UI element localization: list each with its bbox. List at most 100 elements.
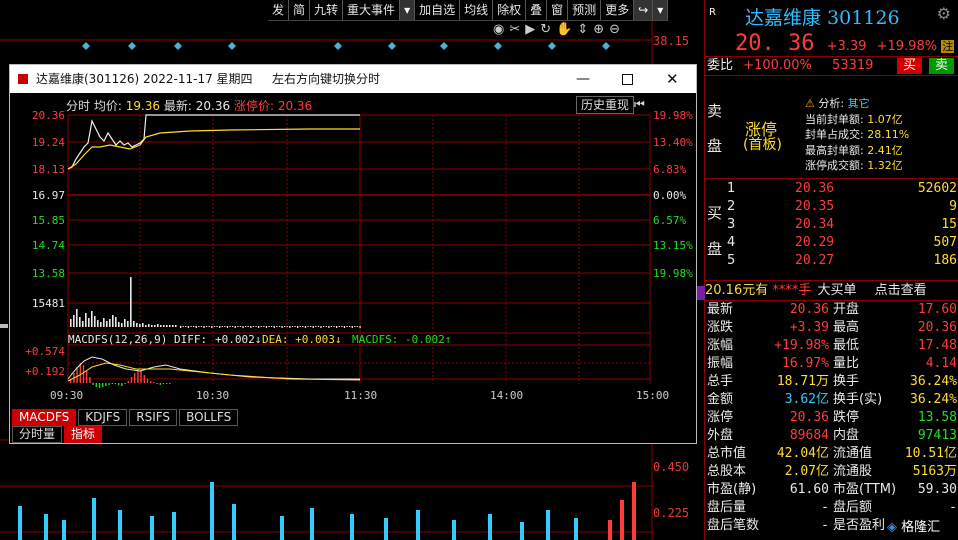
quote-value: 89684	[789, 428, 829, 443]
quote-label: 外盘	[707, 428, 734, 443]
left-axis-label: 18.13	[32, 163, 65, 176]
quote-label: 总手	[707, 374, 734, 389]
toolbar-item[interactable]: 预测	[568, 0, 602, 20]
macd-bar	[118, 383, 120, 385]
volume-bar	[172, 325, 174, 327]
eye-icon[interactable]: ◉	[493, 22, 509, 37]
toolbar-item[interactable]: ▾	[653, 0, 669, 20]
volume-bar	[247, 326, 249, 327]
bid-row: 4 20.29 507	[723, 234, 957, 252]
quote-label: 金额	[707, 392, 734, 407]
volume-bar	[163, 325, 165, 327]
volume-bar	[263, 326, 265, 327]
sell-button[interactable]: 卖	[929, 58, 955, 74]
toolbar-item[interactable]: 叠	[526, 0, 548, 20]
quote-label: 涨跌	[707, 320, 734, 335]
tool-icon[interactable]: ✂	[509, 22, 525, 37]
big-order-row[interactable]: 20.16元有 ****手 大买单 点击查看	[705, 282, 958, 300]
toolbar-item[interactable]: 重大事件	[343, 0, 401, 20]
right-axis-label: 19.98%	[653, 109, 693, 122]
top-toolbar: 发简九转 重大事件 ▾ 加自选 均线 除权叠窗预测 更多 ↪ ▾	[268, 0, 669, 21]
toolbar-item[interactable]: 发	[268, 0, 290, 20]
volume-bar	[76, 309, 78, 327]
r-badge: R	[709, 7, 716, 18]
volume-bar	[219, 326, 221, 328]
volume-bar	[175, 325, 177, 327]
left-axis-label: 19.24	[32, 136, 65, 149]
volume-bar	[211, 326, 213, 328]
indicator-tab-bar: MACDFS KDJFS RSIFS BOLLFS	[12, 409, 240, 426]
volume-bar	[206, 326, 208, 327]
arrows-icon[interactable]: ⇕	[577, 22, 593, 37]
zoom-out-icon[interactable]: ⊖	[609, 22, 625, 37]
refresh-icon[interactable]: ↻	[540, 22, 556, 37]
zoom-in-icon[interactable]: ⊕	[593, 22, 609, 37]
toolbar-item[interactable]: 加自选	[415, 0, 461, 20]
big-order-view-link[interactable]: 点击查看	[875, 283, 927, 298]
toolbar-item[interactable]: 九转	[310, 0, 344, 20]
indicator-tab[interactable]: MACDFS	[12, 409, 77, 426]
quote-value: -	[821, 500, 829, 515]
volume-bar	[323, 326, 325, 327]
toolbar-item[interactable]: 窗	[547, 0, 569, 20]
volume-bar	[109, 319, 111, 327]
gear-icon[interactable]: ⚙	[937, 4, 951, 23]
indicator-tab[interactable]: BOLLFS	[179, 409, 239, 426]
macd-diff-line	[67, 356, 360, 380]
volume-bar	[307, 326, 309, 327]
left-axis-label: 15481	[32, 297, 65, 310]
bid-level: 5	[727, 253, 736, 268]
minimize-icon[interactable]: —	[576, 65, 590, 93]
buy-side-label: 买	[707, 204, 723, 222]
volume-bar	[291, 326, 294, 327]
bottom-tab[interactable]: 指标	[64, 426, 103, 443]
quote-label: 换手	[833, 374, 860, 389]
analysis-value[interactable]: 其它	[848, 97, 870, 110]
volume-bar	[317, 326, 320, 327]
volume-bar	[338, 326, 340, 327]
axis-vol-label-1: 0.450	[653, 460, 690, 474]
quote-value: -	[821, 518, 829, 533]
stat-value: 1.32亿	[867, 159, 903, 172]
toolbar-item[interactable]: 更多	[601, 0, 635, 20]
quote-row: 涨幅 +19.98% 最低 17.48	[707, 337, 957, 355]
bid-row: 3 20.34 15	[723, 216, 957, 234]
bid-volume: 507	[933, 235, 957, 250]
close-icon[interactable]: ✕	[666, 65, 679, 93]
volume-bar	[85, 313, 87, 327]
indicator-tab[interactable]: RSIFS	[129, 409, 178, 426]
avg-price-line	[67, 128, 360, 170]
quote-row: 最新 20.36 开盘 17.60	[707, 301, 957, 319]
weibi-row: 委比 +100.00% 53319 买 卖	[707, 57, 957, 75]
note-badge: 注	[941, 40, 955, 53]
volume-bar	[312, 326, 314, 328]
quote-value: 20.36	[917, 320, 957, 335]
quote-value: 20.36	[789, 302, 829, 317]
volume-bar	[333, 326, 335, 327]
volume-bar	[320, 326, 322, 328]
volume-bar	[91, 311, 93, 327]
limit-stats: ⚠ 分析: 其它 当前封单额: 1.07亿 封单占成交: 28.11% 最高封单…	[805, 97, 910, 172]
toolbar-item[interactable]: 除权	[493, 0, 527, 20]
volume-bar	[330, 326, 333, 327]
quote-value: 36.24%	[910, 392, 957, 407]
toolbar-item[interactable]: ▾	[400, 0, 416, 20]
toolbar-item[interactable]: 均线	[460, 0, 494, 20]
chart-controls: ◉✂▶↻✋⇕⊕⊖	[493, 22, 625, 37]
hand-icon[interactable]: ✋	[556, 22, 577, 37]
volume-bar	[73, 315, 75, 327]
bid-price: 20.34	[795, 217, 835, 232]
stat-value: 2.41亿	[867, 143, 903, 157]
weibi-label: 委比	[707, 58, 734, 73]
indicator-tab[interactable]: KDJFS	[78, 409, 128, 426]
volume-bar	[273, 326, 275, 328]
watermark-logo-icon: ◈	[887, 520, 897, 535]
buy-button[interactable]: 买	[897, 58, 923, 74]
toolbar-item[interactable]: 简	[289, 0, 311, 20]
maximize-icon[interactable]	[622, 74, 633, 85]
bottom-tab[interactable]: 分时量	[12, 426, 63, 443]
toolbar-item[interactable]: ↪	[634, 0, 654, 20]
macd-bar	[140, 371, 142, 383]
volume-bar	[82, 321, 84, 327]
play-icon[interactable]: ▶	[525, 22, 540, 37]
